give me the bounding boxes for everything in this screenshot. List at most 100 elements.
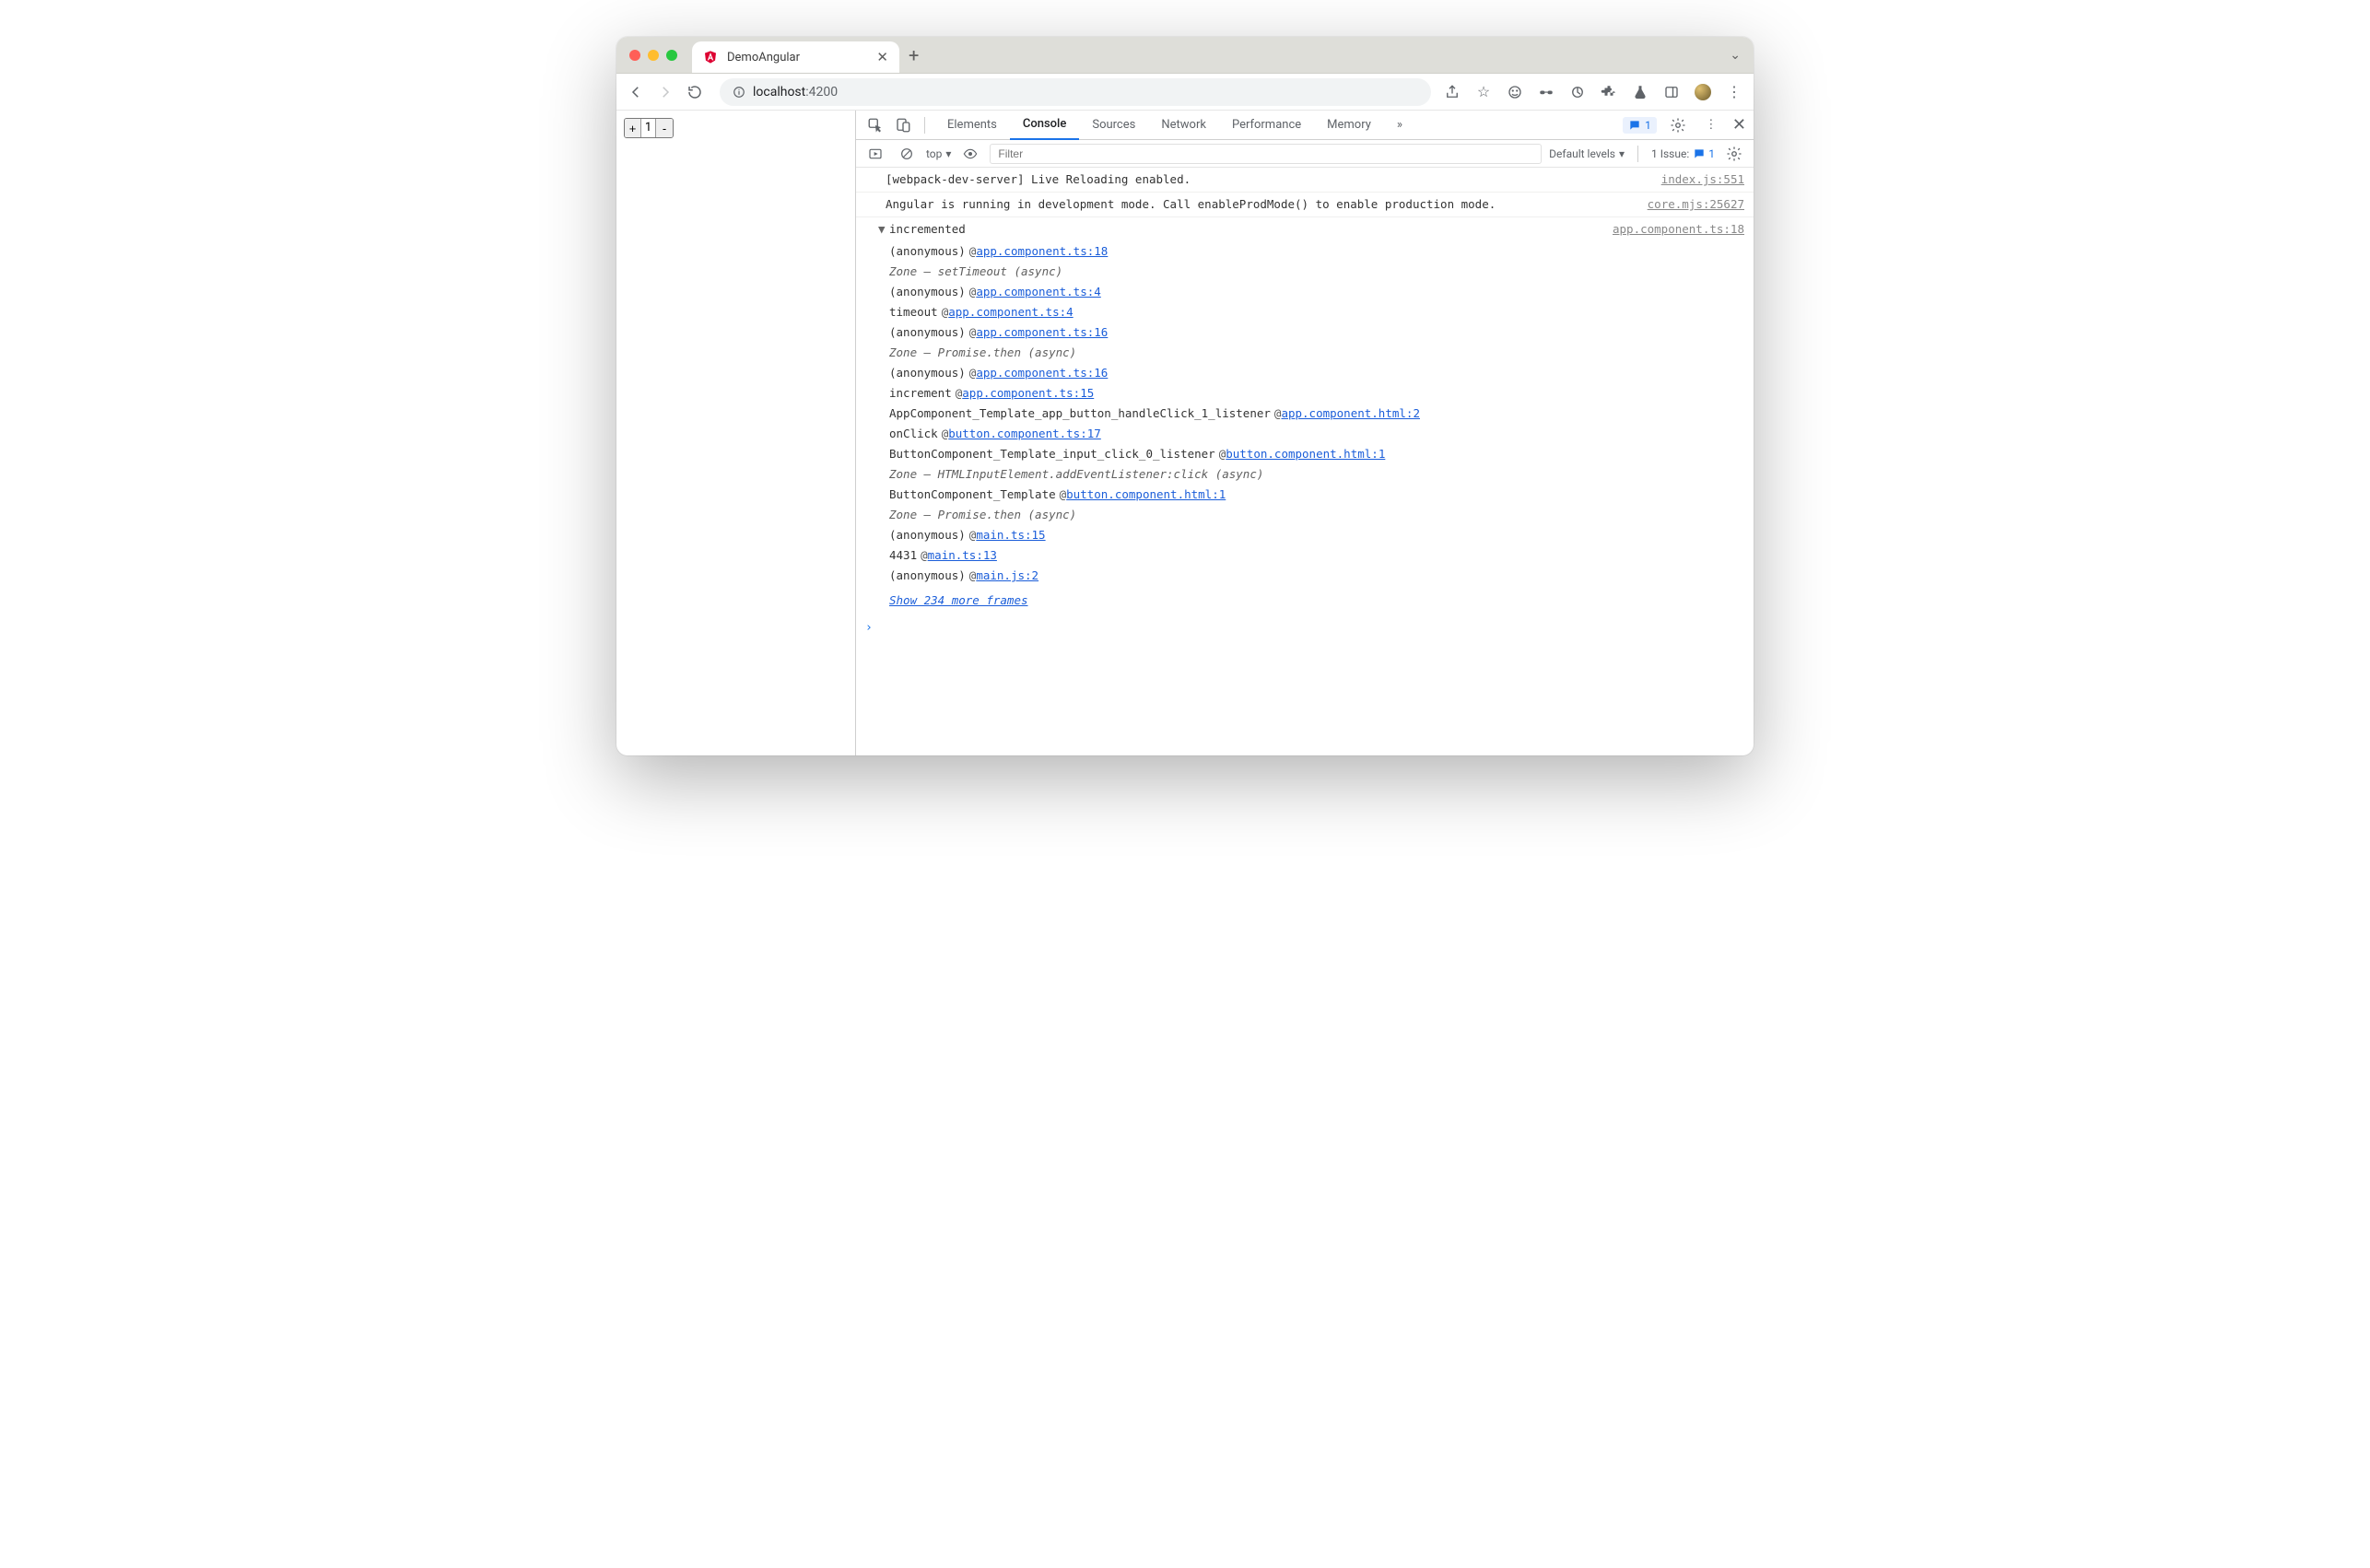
frame-at: @ [969,567,977,585]
sidebar-toggle-icon[interactable] [863,142,887,166]
stack-frame: (anonymous) @ app.component.ts:4 [889,282,1744,302]
log-levels-selector[interactable]: Default levels ▾ [1549,147,1625,160]
frame-source-link[interactable]: app.component.ts:16 [976,323,1108,342]
extensions-icon[interactable] [1601,84,1617,100]
side-panel-icon[interactable] [1663,84,1680,100]
context-label: top [926,147,942,160]
extension-icon-2[interactable] [1538,84,1555,100]
frame-source-link[interactable]: button.component.html:1 [1226,445,1385,463]
address-bar[interactable]: localhost:4200 [720,78,1431,106]
zone-frame: Zone – setTimeout (async) [889,262,1744,282]
message-source-link[interactable]: index.js:551 [1661,170,1744,189]
message-text: [webpack-dev-server] Live Reloading enab… [886,170,1643,189]
messages-badge[interactable]: 1 [1623,117,1657,134]
log-levels-label: Default levels [1549,147,1615,160]
issues-indicator[interactable]: 1 Issue: 1 [1651,147,1715,160]
frame-at: @ [942,425,949,443]
trace-header[interactable]: ▼ incremented app.component.ts:18 [856,217,1754,241]
devtools-tab-sources[interactable]: Sources [1079,111,1148,140]
show-more-frames[interactable]: Show 234 more frames [856,590,1754,615]
frame-source-link[interactable]: app.component.ts:4 [948,303,1073,322]
devtools-tab-memory[interactable]: Memory [1314,111,1384,140]
devtools-tab-performance[interactable]: Performance [1219,111,1314,140]
labs-icon[interactable] [1632,84,1648,100]
messages-count: 1 [1645,119,1651,132]
devtools-tab-console[interactable]: Console [1010,111,1079,140]
frame-function: Zone – HTMLInputElement.addEventListener… [889,465,1263,484]
trace-label: incremented [889,220,966,239]
devtools-menu-icon[interactable]: ⋮ [1699,113,1723,137]
stack-frame: increment @ app.component.ts:15 [889,383,1744,404]
frame-at: @ [969,364,977,382]
frame-source-link[interactable]: app.component.ts:15 [962,384,1094,403]
tab-title: DemoAngular [727,51,800,64]
window-controls [629,50,677,61]
reload-button[interactable] [686,84,703,100]
frame-source-link[interactable]: app.component.html:2 [1281,404,1420,423]
inspect-icon[interactable] [863,113,887,137]
decrement-button[interactable]: - [656,119,673,137]
frame-source-link[interactable]: main.js:2 [976,567,1038,585]
stack-frame: ButtonComponent_Template @ button.compon… [889,485,1744,505]
zoom-window-button[interactable] [666,50,677,61]
content-area: + 1 - ElementsConsoleSourcesNetworkPerfo… [616,111,1754,755]
frame-function: Zone – Promise.then (async) [889,506,1076,524]
new-tab-button[interactable]: + [909,44,919,66]
bookmark-icon[interactable]: ☆ [1475,84,1492,100]
console-message: [webpack-dev-server] Live Reloading enab… [856,168,1754,193]
live-expression-icon[interactable] [958,142,982,166]
forward-button[interactable] [657,84,674,100]
devtools-tab-elements[interactable]: Elements [934,111,1010,140]
frame-source-link[interactable]: app.component.ts:4 [976,283,1100,301]
frame-at: @ [1060,486,1067,504]
console-settings-icon[interactable] [1722,142,1746,166]
frame-function: (anonymous) [889,283,966,301]
expand-icon[interactable]: ▼ [878,220,887,239]
frame-function: Zone – Promise.then (async) [889,344,1076,362]
frame-source-link[interactable]: button.component.html:1 [1066,486,1226,504]
devtools-close-icon[interactable]: ✕ [1732,115,1746,135]
frame-at: @ [969,242,977,261]
frame-function: (anonymous) [889,242,966,261]
message-source-link[interactable]: core.mjs:25627 [1648,195,1744,214]
menu-icon[interactable]: ⋮ [1726,84,1742,100]
minimize-window-button[interactable] [648,50,659,61]
frame-source-link[interactable]: app.component.ts:18 [976,242,1108,261]
context-selector[interactable]: top ▾ [926,147,951,160]
extension-icon-3[interactable] [1569,84,1586,100]
stack-frame: (anonymous) @ app.component.ts:16 [889,322,1744,343]
frame-source-link[interactable]: app.component.ts:16 [976,364,1108,382]
close-tab-icon[interactable]: ✕ [876,49,888,65]
profile-avatar[interactable] [1695,84,1711,100]
frame-source-link[interactable]: button.component.ts:17 [948,425,1101,443]
frame-at: @ [942,303,949,322]
console-message: Angular is running in development mode. … [856,193,1754,217]
info-icon [733,86,745,99]
stack-frame: 4431 @ main.ts:13 [889,545,1744,566]
console-prompt[interactable]: › [856,615,1754,641]
share-icon[interactable] [1444,84,1461,100]
more-tabs-icon[interactable]: » [1388,113,1412,137]
devtools-tabs: ElementsConsoleSourcesNetworkPerformance… [856,111,1754,140]
devtools-panel: ElementsConsoleSourcesNetworkPerformance… [856,111,1754,755]
increment-button[interactable]: + [625,119,641,137]
extension-icon-1[interactable] [1507,84,1523,100]
back-button[interactable] [628,84,644,100]
clear-console-icon[interactable] [895,142,919,166]
close-window-button[interactable] [629,50,640,61]
settings-icon[interactable] [1666,113,1690,137]
devtools-tab-network[interactable]: Network [1148,111,1219,140]
browser-tab[interactable]: DemoAngular ✕ [692,41,899,73]
frame-source-link[interactable]: main.ts:13 [928,546,997,565]
stack-trace: (anonymous) @ app.component.ts:18Zone – … [856,241,1754,590]
browser-toolbar: localhost:4200 ☆ ⋮ [616,74,1754,111]
filter-input[interactable] [990,144,1542,164]
tab-overflow-icon[interactable]: ⌄ [1730,48,1741,63]
trace-source-link[interactable]: app.component.ts:18 [1613,220,1744,239]
stack-frame: (anonymous) @ main.ts:15 [889,525,1744,545]
frame-source-link[interactable]: main.ts:15 [976,526,1045,544]
device-toggle-icon[interactable] [891,113,915,137]
url-host: localhost [753,85,805,99]
frame-function: AppComponent_Template_app_button_handleC… [889,404,1271,423]
frame-function: (anonymous) [889,526,966,544]
